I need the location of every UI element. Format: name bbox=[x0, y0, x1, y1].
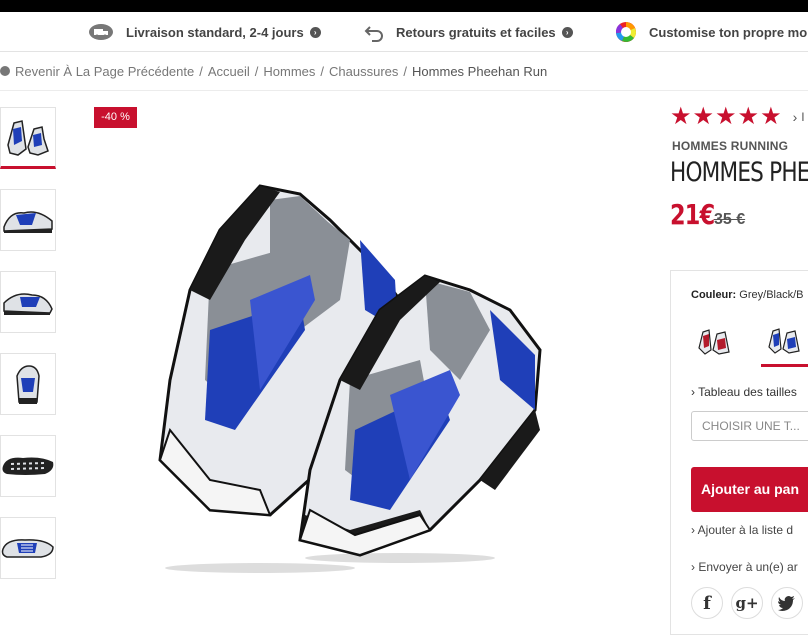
wishlist-link[interactable]: › Ajouter à la liste d bbox=[691, 523, 793, 537]
top-black-bar bbox=[0, 0, 808, 12]
product-main-image[interactable] bbox=[150, 180, 550, 580]
discount-badge: -40 % bbox=[94, 107, 137, 128]
add-to-cart-button[interactable]: Ajouter au pan bbox=[691, 467, 808, 512]
thumbnail-top[interactable] bbox=[0, 517, 56, 579]
star-icon: ★ bbox=[692, 103, 715, 130]
back-icon bbox=[0, 66, 10, 76]
breadcrumb-home[interactable]: Accueil bbox=[208, 64, 250, 79]
star-icon: ★ bbox=[715, 103, 737, 130]
color-wheel-icon bbox=[615, 21, 637, 43]
colour-value: Grey/Black/B bbox=[739, 289, 804, 301]
thumbnail-side[interactable] bbox=[0, 189, 56, 251]
breadcrumb-men[interactable]: Hommes bbox=[263, 64, 315, 79]
breadcrumb-current: Hommes Pheehan Run bbox=[412, 63, 548, 79]
old-price: 35 € bbox=[714, 211, 746, 228]
product-title: HOMMES PHEE bbox=[670, 157, 808, 188]
colour-swatch-blue[interactable] bbox=[761, 315, 808, 367]
chevron-right-icon: › bbox=[691, 523, 695, 537]
current-price: 21€ bbox=[670, 198, 715, 231]
chevron-right-icon: › bbox=[691, 560, 695, 574]
thumbnail-sole[interactable] bbox=[0, 435, 56, 497]
twitter-icon[interactable] bbox=[771, 587, 803, 619]
google-plus-icon[interactable]: g+ bbox=[731, 587, 763, 619]
breadcrumb-separator: / bbox=[199, 63, 203, 79]
divider bbox=[0, 90, 808, 91]
breadcrumb-back-link[interactable]: Revenir À La Page Précédente bbox=[15, 64, 194, 79]
breadcrumb: Revenir À La Page Précédente / Accueil /… bbox=[0, 62, 547, 80]
perks-bar: Livraison standard, 2-4 jours › Retours … bbox=[0, 12, 808, 52]
thumbnail-list bbox=[0, 107, 56, 599]
breadcrumb-shoes[interactable]: Chaussures bbox=[329, 64, 398, 79]
perk-shipping[interactable]: Livraison standard, 2-4 jours › bbox=[88, 12, 321, 51]
purchase-panel: Couleur: Grey/Black/B › Tableau des tail… bbox=[670, 270, 808, 635]
size-select[interactable]: CHOISIR UNE T... bbox=[691, 411, 808, 441]
chevron-right-icon: › bbox=[691, 385, 695, 399]
return-arrow-icon bbox=[364, 22, 384, 42]
chevron-right-icon: › bbox=[309, 26, 321, 38]
send-to-friend-link[interactable]: › Envoyer à un(e) ar bbox=[691, 560, 798, 574]
star-icon: ★ bbox=[737, 103, 760, 130]
star-icon: ★ bbox=[670, 103, 692, 130]
thumbnail-pair[interactable] bbox=[0, 107, 56, 169]
chevron-right-icon: › bbox=[792, 109, 798, 125]
rating-stars[interactable]: ★ ★ ★ ★ ★ › I bbox=[670, 104, 808, 130]
facebook-icon[interactable]: f bbox=[691, 587, 723, 619]
wishlist-label: Ajouter à la liste d bbox=[697, 523, 794, 537]
reviews-link[interactable]: I bbox=[801, 110, 804, 124]
breadcrumb-separator: / bbox=[320, 63, 325, 79]
perk-customise-label: Customise ton propre mo bbox=[649, 24, 808, 40]
price-row: 21€ 35 € bbox=[670, 198, 808, 231]
colour-label-key: Couleur: bbox=[691, 289, 737, 301]
size-chart-link[interactable]: › Tableau des tailles bbox=[691, 385, 797, 399]
colour-swatch-red[interactable] bbox=[691, 315, 739, 367]
breadcrumb-separator: / bbox=[403, 63, 408, 79]
product-summary: ★ ★ ★ ★ ★ › I HOMMES RUNNING HOMMES PHEE… bbox=[670, 104, 808, 232]
perk-customise[interactable]: Customise ton propre mo bbox=[615, 12, 808, 51]
send-to-friend-label: Envoyer à un(e) ar bbox=[698, 560, 798, 574]
chevron-right-icon: › bbox=[561, 26, 573, 38]
perk-returns-label: Retours gratuits et faciles bbox=[396, 24, 556, 40]
thumbnail-side-inner[interactable] bbox=[0, 271, 56, 333]
breadcrumb-separator: / bbox=[254, 63, 259, 79]
thumbnail-back[interactable] bbox=[0, 353, 56, 415]
perk-shipping-label: Livraison standard, 2-4 jours bbox=[126, 24, 304, 40]
product-category: HOMMES RUNNING bbox=[672, 139, 789, 153]
star-icon: ★ bbox=[760, 103, 782, 130]
size-chart-label: Tableau des tailles bbox=[698, 385, 797, 399]
perk-returns[interactable]: Retours gratuits et faciles › bbox=[364, 12, 573, 51]
truck-icon bbox=[88, 23, 114, 41]
colour-label: Couleur: Grey/Black/B bbox=[691, 289, 803, 301]
